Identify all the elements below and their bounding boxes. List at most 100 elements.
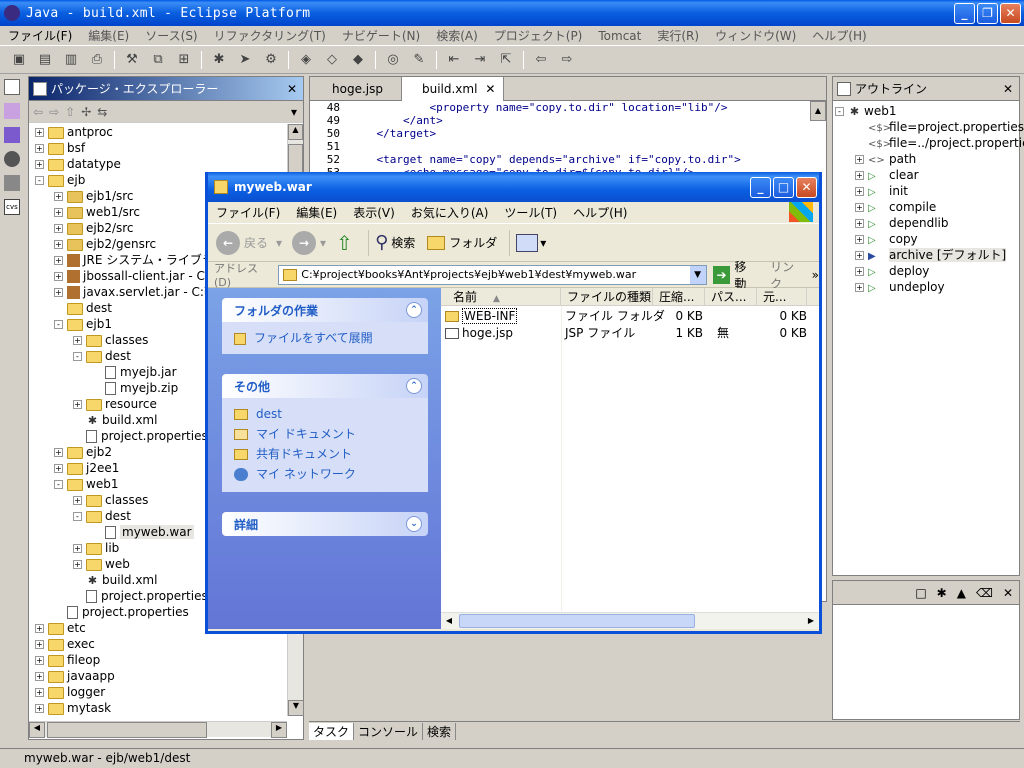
back-icon[interactable]: ⇦ <box>33 105 43 119</box>
scroll-thumb[interactable] <box>459 614 695 628</box>
clear-icon[interactable]: ⌫ <box>976 586 993 600</box>
tree-item[interactable]: + mytask <box>33 700 285 716</box>
expand-icon[interactable]: + <box>35 160 44 169</box>
expand-icon[interactable]: + <box>35 640 44 649</box>
explorer-menu-item-2[interactable]: 表示(V) <box>345 204 403 221</box>
expand-icon[interactable]: + <box>35 624 44 633</box>
expand-icon[interactable]: + <box>54 256 63 265</box>
expand-icon[interactable]: + <box>73 336 82 345</box>
file-row[interactable]: WEB-INF ファイル フォルダ 0 KB 0 KB <box>441 308 819 325</box>
up-icon[interactable]: ⇧ <box>65 105 75 119</box>
new-icon[interactable]: ▣ <box>9 50 29 70</box>
expand-icon[interactable]: + <box>855 171 864 180</box>
back-icon[interactable]: ⇦ <box>531 50 551 70</box>
run-icon[interactable]: ➤ <box>235 50 255 70</box>
expand-icon[interactable]: + <box>855 187 864 196</box>
links-chevron-icon[interactable]: » <box>812 268 819 282</box>
save-all-icon[interactable]: ▥ <box>61 50 81 70</box>
explorer-close-button[interactable]: ✕ <box>796 176 817 198</box>
hierarchy-icon[interactable]: ⧉ <box>148 50 168 70</box>
tab-close-icon[interactable]: ✕ <box>485 82 495 96</box>
expand-icon[interactable]: + <box>855 267 864 276</box>
tree-item[interactable]: + exec <box>33 636 285 652</box>
back-arrow-icon[interactable]: ← <box>216 230 240 255</box>
links-label[interactable]: リンク <box>770 258 806 292</box>
place-my-network[interactable]: マイ ネットワーク <box>234 464 416 484</box>
collapse-all-icon[interactable]: ✢ <box>81 105 91 119</box>
save-icon[interactable]: ▤ <box>35 50 55 70</box>
next-annotation-icon[interactable]: ⇥ <box>470 50 490 70</box>
search-icon[interactable]: ◎ <box>383 50 403 70</box>
tree-item[interactable]: + javaapp <box>33 668 285 684</box>
outline-item[interactable]: + ▷ deploy <box>835 263 1017 279</box>
column-name[interactable]: 名前 ▲ <box>441 288 561 306</box>
search-icon[interactable]: ⚲ <box>375 232 388 253</box>
tab-tasks[interactable]: タスク <box>309 723 355 740</box>
expand-icon[interactable]: + <box>54 272 63 281</box>
expand-icon[interactable]: + <box>35 688 44 697</box>
file-list-hscrollbar[interactable]: ◀ ▶ <box>441 612 819 629</box>
column-compressed[interactable]: 圧縮... <box>653 288 705 306</box>
expand-icon[interactable]: + <box>73 400 82 409</box>
explorer-menu-item-3[interactable]: お気に入り(A) <box>403 204 497 221</box>
tomcat-restart-icon[interactable]: ◆ <box>348 50 368 70</box>
expand-icon[interactable]: + <box>35 144 44 153</box>
open-perspective-icon[interactable] <box>4 79 20 95</box>
outline-item[interactable]: +<$>file=project.properties <box>835 119 1024 135</box>
place-my-documents[interactable]: マイ ドキュメント <box>234 424 416 444</box>
tomcat-start-icon[interactable]: ◈ <box>296 50 316 70</box>
menu-item-6[interactable]: プロジェクト(P) <box>486 27 591 44</box>
file-row[interactable]: hoge.jsp JSP ファイル 1 KB 無 0 KB <box>441 325 819 342</box>
scroll-thumb[interactable] <box>47 722 207 738</box>
run-icon[interactable]: ✱ <box>937 586 947 600</box>
expand-icon[interactable]: + <box>54 448 63 457</box>
expand-icon[interactable]: + <box>855 283 864 292</box>
folders-icon[interactable] <box>427 235 446 250</box>
maximize-button[interactable]: ❐ <box>977 2 998 24</box>
explorer-menu-item-1[interactable]: 編集(E) <box>288 204 345 221</box>
build-icon[interactable]: ⚒ <box>122 50 142 70</box>
collapse-icon[interactable]: - <box>73 512 82 521</box>
code-area[interactable]: 48 <property name="copy.to.dir" location… <box>310 101 790 179</box>
tree-item[interactable]: + antproc <box>33 124 285 140</box>
forward-icon[interactable]: ⇨ <box>49 105 59 119</box>
outline-item[interactable]: + <> path <box>835 151 1017 167</box>
menu-item-1[interactable]: 編集(E) <box>80 27 137 44</box>
forward-arrow-icon[interactable]: → <box>292 230 317 255</box>
tab-build-xml[interactable]: build.xml ✕ <box>401 76 505 101</box>
outline-item[interactable]: + ▷ init <box>835 183 1017 199</box>
outline-item[interactable]: + ▷ copy <box>835 231 1017 247</box>
menu-item-7[interactable]: Tomcat <box>590 29 649 43</box>
collapse-chevron-icon[interactable]: ⌃ <box>406 302 422 318</box>
menu-item-10[interactable]: ヘルプ(H) <box>804 27 874 44</box>
outline-item[interactable]: + ▷ undeploy <box>835 279 1017 295</box>
expand-icon[interactable]: + <box>855 235 864 244</box>
forward-dropdown-icon[interactable]: ▾ <box>320 236 326 250</box>
go-button[interactable]: 移動 <box>734 258 758 292</box>
menu-item-4[interactable]: ナビゲート(N) <box>334 27 428 44</box>
views-icon[interactable] <box>516 233 539 252</box>
package-explorer-close-icon[interactable]: ✕ <box>287 82 297 96</box>
outline-item[interactable]: +<$>file=../project.properties <box>835 135 1024 151</box>
debug-icon[interactable]: ✱ <box>209 50 229 70</box>
place-dest[interactable]: dest <box>234 404 416 424</box>
view-close-icon[interactable]: ✕ <box>1003 586 1013 600</box>
expand-icon[interactable]: + <box>54 464 63 473</box>
column-type[interactable]: ファイルの種類 <box>561 288 653 306</box>
collapse-icon[interactable]: - <box>73 352 82 361</box>
explorer-minimize-button[interactable]: _ <box>750 176 771 198</box>
java-perspective-icon[interactable] <box>4 127 20 143</box>
expand-icon[interactable]: + <box>54 240 63 249</box>
expand-icon[interactable]: + <box>855 251 864 260</box>
external-tools-icon[interactable]: ⚙ <box>261 50 281 70</box>
outline-item[interactable]: + ▷ clear <box>835 167 1017 183</box>
tree-item[interactable]: + bsf <box>33 140 285 156</box>
resource-perspective-icon[interactable] <box>4 103 20 119</box>
menu-item-9[interactable]: ウィンドウ(W) <box>707 27 804 44</box>
expand-icon[interactable]: + <box>54 208 63 217</box>
lock-icon[interactable]: ▲ <box>957 586 966 600</box>
expand-icon[interactable]: + <box>35 656 44 665</box>
close-button[interactable]: ✕ <box>1000 2 1021 24</box>
extract-all-link[interactable]: ファイルをすべて展開 <box>234 328 416 348</box>
menu-item-3[interactable]: リファクタリング(T) <box>206 27 334 44</box>
